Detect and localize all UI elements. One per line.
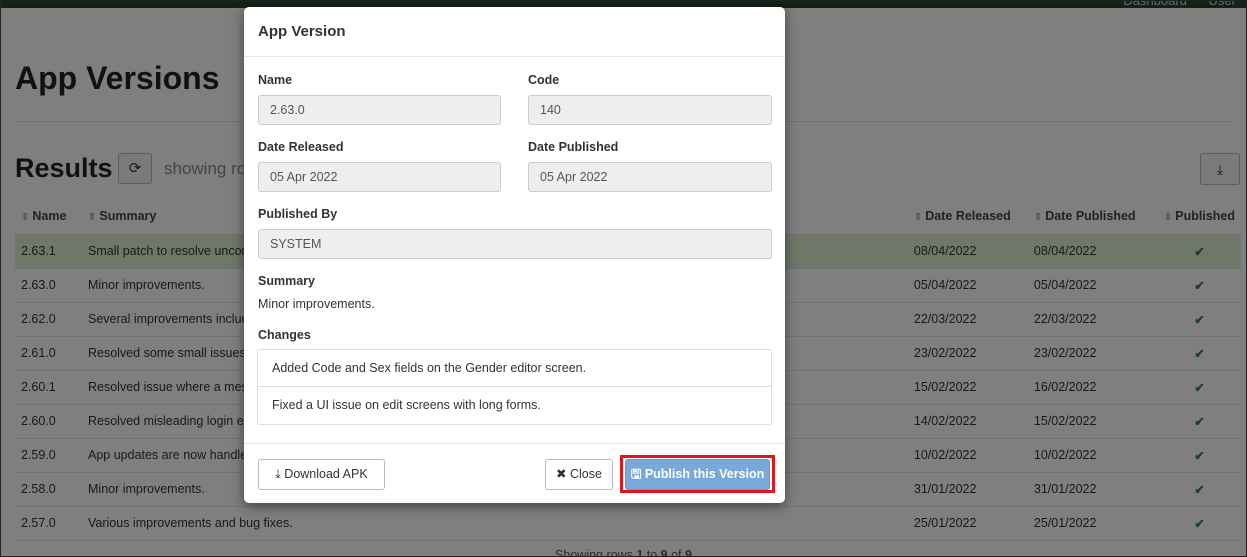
download-icon: ⤓	[275, 467, 285, 481]
name-field[interactable]: 2.63.0	[258, 95, 501, 125]
annotation-highlight-box	[620, 455, 775, 493]
download-apk-button[interactable]: ⤓ Download APK	[258, 459, 385, 490]
published-by-field[interactable]: SYSTEM	[258, 229, 772, 259]
modal-title: App Version	[244, 7, 785, 57]
code-label: Code	[528, 73, 560, 87]
close-button[interactable]: ✖ Close	[545, 459, 613, 490]
published-by-label: Published By	[258, 207, 338, 221]
close-icon: ✖	[556, 467, 570, 481]
summary-label: Summary	[258, 274, 315, 288]
change-item: Added Code and Sex fields on the Gender …	[258, 350, 771, 387]
app-window: Dashboard User App Versions Results ⟳ sh…	[0, 0, 1247, 557]
date-published-field[interactable]: 05 Apr 2022	[528, 162, 772, 192]
code-field[interactable]: 140	[528, 95, 772, 125]
modal-footer	[244, 443, 785, 444]
date-released-label: Date Released	[258, 140, 344, 154]
date-released-field[interactable]: 05 Apr 2022	[258, 162, 501, 192]
name-label: Name	[258, 73, 293, 87]
change-item: Fixed a UI issue on edit screens with lo…	[272, 398, 541, 412]
date-published-label: Date Published	[528, 140, 619, 154]
app-version-modal: App Version Name 2.63.0 Code 140 Date Re…	[244, 7, 785, 503]
changes-label: Changes	[258, 328, 311, 342]
changes-list: Added Code and Sex fields on the Gender …	[257, 349, 772, 425]
summary-text: Minor improvements.	[258, 297, 375, 311]
